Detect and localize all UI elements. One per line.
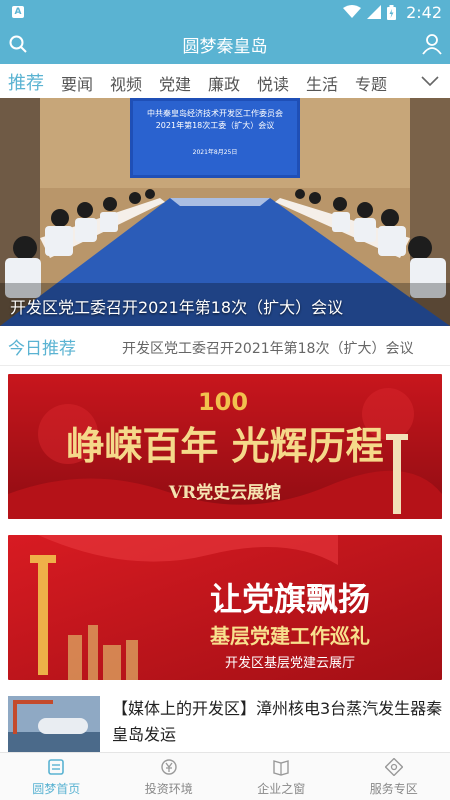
- today-recommend-headline[interactable]: 开发区党工委召开2021年第18次（扩大）会议: [122, 338, 413, 358]
- banner2-subtitle: 基层党建工作巡礼: [210, 624, 370, 648]
- chevron-down-icon[interactable]: [420, 72, 440, 90]
- wifi-icon: [343, 5, 362, 18]
- notification-icon: A: [12, 6, 24, 18]
- party-flag-banner[interactable]: 让党旗飘扬 基层党建工作巡礼 开发区基层党建云展厅: [8, 535, 442, 680]
- news-thumbnail: [8, 696, 100, 752]
- screen-date: 2021年8月25日: [193, 148, 238, 156]
- today-recommend-bar[interactable]: 今日推荐 开发区党工委召开2021年第18次（扩大）会议: [0, 326, 450, 366]
- tab-life[interactable]: 生活: [306, 71, 338, 95]
- tab-topics[interactable]: 专题: [355, 71, 387, 95]
- news-headline[interactable]: 【媒体上的开发区】漳州核电3台蒸汽发生器秦皇岛发运: [112, 696, 444, 748]
- bottom-navigation: 圆梦首页 投资环境 企业之窗 服务专区: [0, 752, 450, 800]
- home-icon: [48, 759, 65, 775]
- banner-artwork: 100 峥嵘百年 光辉历程 VR党史云展馆: [8, 374, 442, 519]
- nav-service-label: 服务专区: [369, 782, 418, 796]
- book-icon: [273, 760, 289, 776]
- money-icon: [161, 759, 177, 775]
- clock: 2:42: [406, 2, 442, 22]
- tab-headlines[interactable]: 要闻: [61, 71, 93, 95]
- nav-investment-label: 投资环境: [144, 782, 193, 796]
- hero-carousel[interactable]: 中共秦皇岛经济技术开发区工作委员会 2021年第18次工委（扩大）会议 2021…: [0, 98, 450, 326]
- news-list-item[interactable]: 【媒体上的开发区】漳州核电3台蒸汽发生器秦皇岛发运: [0, 690, 450, 752]
- status-bar: A 2:42: [0, 0, 450, 24]
- nav-enterprise-label: 企业之窗: [257, 782, 306, 796]
- hero-caption: 开发区党工委召开2021年第18次（扩大）会议: [10, 298, 344, 317]
- banner2-caption: 开发区基层党建云展厅: [225, 655, 355, 671]
- vr-party-history-banner[interactable]: 100 峥嵘百年 光辉历程 VR党史云展馆: [8, 374, 442, 519]
- battery-icon: [387, 4, 397, 20]
- category-tabs: 推荐 要闻 视频 党建 廉政 悦读 生活 专题: [0, 64, 450, 99]
- screen-line1: 中共秦皇岛经济技术开发区工作委员会: [147, 108, 283, 118]
- tab-video[interactable]: 视频: [110, 71, 142, 95]
- service-icon: [384, 758, 403, 776]
- nav-service[interactable]: 服务专区: [338, 753, 450, 800]
- banner-artwork: 让党旗飘扬 基层党建工作巡礼 开发区基层党建云展厅: [8, 535, 442, 680]
- banner2-title: 让党旗飘扬: [210, 580, 370, 618]
- tab-reading[interactable]: 悦读: [257, 71, 289, 95]
- nav-home-label: 圆梦首页: [32, 782, 81, 796]
- banner1-title: 峥嵘百年 光辉历程: [66, 423, 383, 468]
- app-header: 圆梦秦皇岛: [0, 24, 450, 64]
- tab-integrity[interactable]: 廉政: [208, 71, 240, 95]
- screen-line2: 2021年第18次工委（扩大）会议: [156, 120, 275, 130]
- nav-investment[interactable]: 投资环境: [113, 753, 226, 800]
- nav-home[interactable]: 圆梦首页: [0, 753, 113, 800]
- meeting-photo: 中共秦皇岛经济技术开发区工作委员会 2021年第18次工委（扩大）会议 2021…: [0, 98, 450, 326]
- nav-enterprise[interactable]: 企业之窗: [225, 753, 338, 800]
- app-title: 圆梦秦皇岛: [182, 37, 268, 57]
- tab-party[interactable]: 党建: [159, 71, 191, 95]
- today-recommend-label: 今日推荐: [8, 339, 76, 359]
- signal-icon: [367, 5, 382, 19]
- user-icon[interactable]: [422, 33, 442, 55]
- centenary-badge: 100: [198, 388, 248, 416]
- banner1-subtitle: VR党史云展馆: [168, 482, 281, 503]
- tab-recommend[interactable]: 推荐: [8, 69, 44, 95]
- status-icons: 2:42: [343, 2, 442, 22]
